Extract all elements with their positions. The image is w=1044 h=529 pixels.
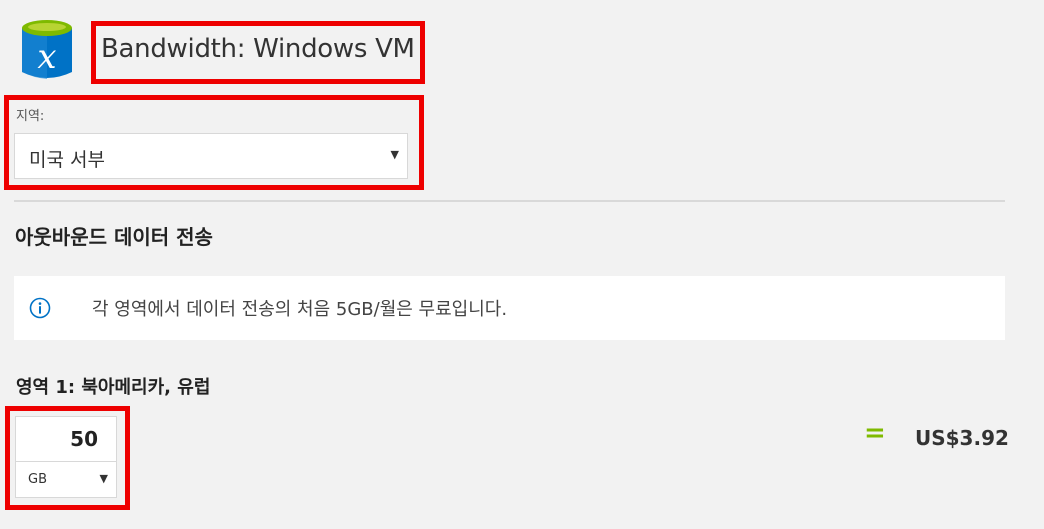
caret-down-icon: ▼ bbox=[99, 472, 108, 485]
region-select[interactable]: 미국 서부 ▼ bbox=[14, 133, 408, 179]
price-total: US$3.92 bbox=[915, 426, 1009, 450]
unit-select-value: GB bbox=[28, 472, 47, 487]
section-heading: 아웃바운드 데이터 전송 bbox=[15, 225, 213, 249]
page-title: Bandwidth: Windows VM bbox=[101, 34, 415, 64]
sql-database-icon: x bbox=[20, 18, 74, 82]
region-label: 지역: bbox=[16, 109, 45, 124]
unit-select[interactable]: GB ▼ bbox=[16, 463, 116, 497]
zone-heading: 영역 1: 북아메리카, 유럽 bbox=[16, 377, 211, 398]
section-divider bbox=[14, 200, 1005, 202]
info-text: 각 영역에서 데이터 전송의 처음 5GB/월은 무료입니다. bbox=[92, 299, 508, 320]
info-banner: 각 영역에서 데이터 전송의 처음 5GB/월은 무료입니다. bbox=[14, 276, 1005, 340]
info-icon bbox=[29, 297, 51, 319]
quantity-widget: GB ▼ bbox=[15, 416, 117, 498]
caret-down-icon: ▼ bbox=[390, 148, 399, 161]
region-select-value: 미국 서부 bbox=[29, 149, 105, 171]
svg-text:x: x bbox=[37, 37, 56, 77]
quantity-input[interactable] bbox=[16, 417, 116, 462]
equals-sign: = bbox=[864, 418, 886, 448]
